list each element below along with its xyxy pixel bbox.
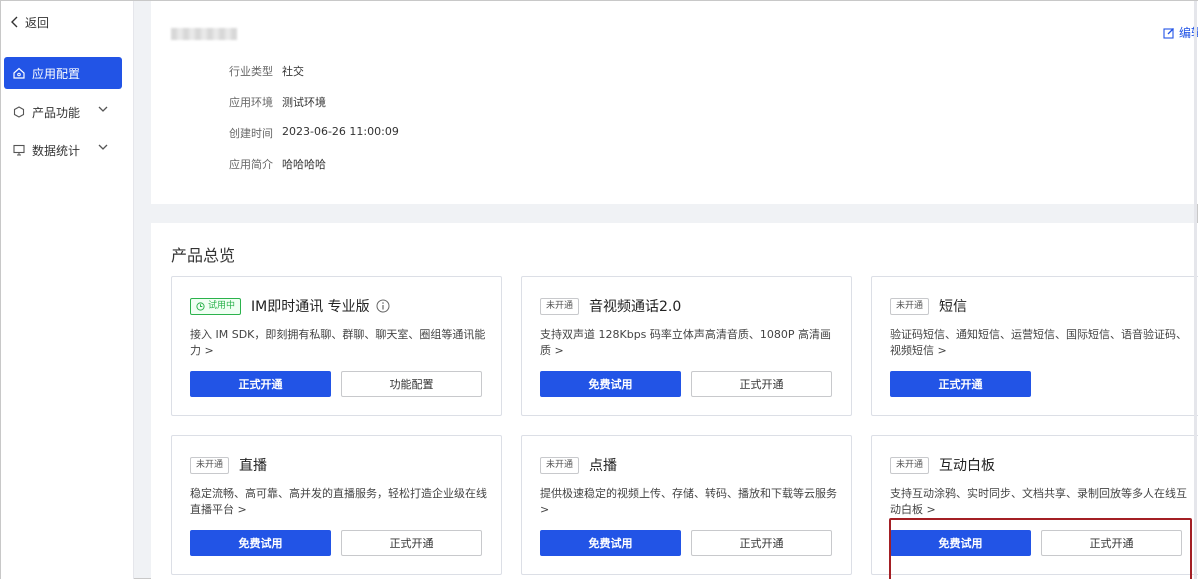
- edit-icon: [1163, 27, 1174, 39]
- info-key: 行业类型: [229, 65, 273, 78]
- info-value: 哈哈哈哈: [282, 158, 326, 171]
- sidebar-item-label: 数据统计: [32, 143, 81, 158]
- formal-activate-button[interactable]: 正式开通: [1041, 530, 1182, 556]
- home-config-icon: [13, 67, 25, 79]
- info-row-industry: 行业类型 社交: [229, 63, 304, 79]
- info-row-description: 应用简介 哈哈哈哈: [229, 156, 326, 172]
- product-name: 音视频通话2.0: [589, 299, 682, 315]
- product-desc-link[interactable]: 稳定流畅、高可靠、高并发的直播服务，轻松打造企业级在线直播平台 >: [190, 486, 490, 518]
- back-label: 返回: [25, 15, 50, 30]
- sidebar-item-label: 产品功能: [32, 105, 81, 120]
- app-info-card: 编辑 行业类型 社交 应用环境 测试环境 创建时间 2023-06-26 11:…: [151, 1, 1198, 204]
- info-key: 应用简介: [229, 158, 273, 171]
- status-badge-label: 试用中: [208, 300, 236, 311]
- product-desc-link[interactable]: 验证码短信、通知短信、运营短信、国际短信、语音验证码、视频短信 >: [890, 327, 1190, 359]
- chevron-down-icon: [98, 106, 108, 112]
- product-desc-link[interactable]: 支持双声道 128Kbps 码率立体声高清音质、1080P 高清画质 >: [540, 327, 840, 359]
- scrollbar[interactable]: [1194, 1, 1197, 579]
- product-name: 互动白板: [939, 458, 996, 474]
- status-badge: 未开通: [540, 297, 580, 315]
- product-name: 短信: [939, 299, 968, 315]
- product-desc-link[interactable]: 支持互动涂鸦、实时同步、文档共享、录制回放等多人在线互动白板 >: [890, 486, 1190, 518]
- sidebar: 返回 应用配置 产品功能 数据统计: [1, 1, 134, 579]
- product-name-text: IM即时通讯 专业版: [251, 299, 370, 315]
- free-trial-button[interactable]: 免费试用: [540, 530, 681, 556]
- info-row-created: 创建时间 2023-06-26 11:00:09: [229, 125, 399, 141]
- product-card-live: 未开通 直播 稳定流畅、高可靠、高并发的直播服务，轻松打造企业级在线直播平台 >…: [171, 435, 502, 575]
- clock-icon: [196, 301, 205, 311]
- sidebar-item-data-stats[interactable]: 数据统计: [4, 134, 122, 166]
- status-badge: 未开通: [540, 456, 580, 474]
- status-badge: 试用中: [190, 297, 242, 315]
- formal-activate-button[interactable]: 正式开通: [691, 371, 832, 397]
- product-card-whiteboard: 未开通 互动白板 支持互动涂鸦、实时同步、文档共享、录制回放等多人在线互动白板 …: [871, 435, 1198, 575]
- formal-activate-button[interactable]: 正式开通: [691, 530, 832, 556]
- chevron-left-icon: [11, 16, 18, 28]
- product-card-sms: 未开通 短信 验证码短信、通知短信、运营短信、国际短信、语音验证码、视频短信 >…: [871, 276, 1198, 416]
- info-value: 社交: [282, 65, 304, 78]
- formal-activate-button[interactable]: 正式开通: [190, 371, 331, 397]
- status-badge: 未开通: [190, 456, 230, 474]
- edit-button[interactable]: 编辑: [1163, 24, 1198, 41]
- main-content: 编辑 行业类型 社交 应用环境 测试环境 创建时间 2023-06-26 11:…: [151, 1, 1198, 579]
- product-overview: 产品总览 试用中 IM即时通讯 专业版 接入 IM SDK，即刻拥有私聊、群聊、…: [151, 223, 1198, 579]
- section-title: 产品总览: [171, 246, 236, 265]
- feature-config-button[interactable]: 功能配置: [341, 371, 482, 397]
- sidebar-item-app-config[interactable]: 应用配置: [4, 57, 122, 89]
- product-name: 点播: [589, 458, 618, 474]
- monitor-icon: [13, 144, 25, 156]
- status-badge: 未开通: [890, 297, 930, 315]
- info-value: 测试环境: [282, 96, 326, 109]
- chevron-down-icon: [98, 144, 108, 150]
- product-name: IM即时通讯 专业版: [251, 296, 390, 316]
- info-key: 应用环境: [229, 96, 273, 109]
- sidebar-item-product-features[interactable]: 产品功能: [4, 96, 122, 128]
- free-trial-button[interactable]: 免费试用: [890, 530, 1031, 556]
- info-row-environment: 应用环境 测试环境: [229, 94, 326, 110]
- free-trial-button[interactable]: 免费试用: [190, 530, 331, 556]
- product-name: 直播: [239, 458, 268, 474]
- formal-activate-button[interactable]: 正式开通: [890, 371, 1031, 397]
- product-desc-link[interactable]: 接入 IM SDK，即刻拥有私聊、群聊、聊天室、圈组等通讯能力 >: [190, 327, 490, 359]
- product-card-av-call: 未开通 音视频通话2.0 支持双声道 128Kbps 码率立体声高清音质、108…: [521, 276, 852, 416]
- sidebar-item-label: 应用配置: [32, 66, 81, 81]
- free-trial-button[interactable]: 免费试用: [540, 371, 681, 397]
- formal-activate-button[interactable]: 正式开通: [341, 530, 482, 556]
- info-icon[interactable]: [376, 299, 390, 313]
- status-badge: 未开通: [890, 456, 930, 474]
- product-card-im: 试用中 IM即时通讯 专业版 接入 IM SDK，即刻拥有私聊、群聊、聊天室、圈…: [171, 276, 502, 416]
- product-card-vod: 未开通 点播 提供极速稳定的视频上传、存储、转码、播放和下载等云服务 > 免费试…: [521, 435, 852, 575]
- back-button[interactable]: 返回: [11, 13, 49, 31]
- app-name-redacted: [171, 28, 237, 40]
- info-value: 2023-06-26 11:00:09: [282, 125, 399, 138]
- product-desc-link[interactable]: 提供极速稳定的视频上传、存储、转码、播放和下载等云服务 >: [540, 486, 840, 518]
- hexagon-icon: [13, 106, 25, 118]
- info-key: 创建时间: [229, 127, 273, 140]
